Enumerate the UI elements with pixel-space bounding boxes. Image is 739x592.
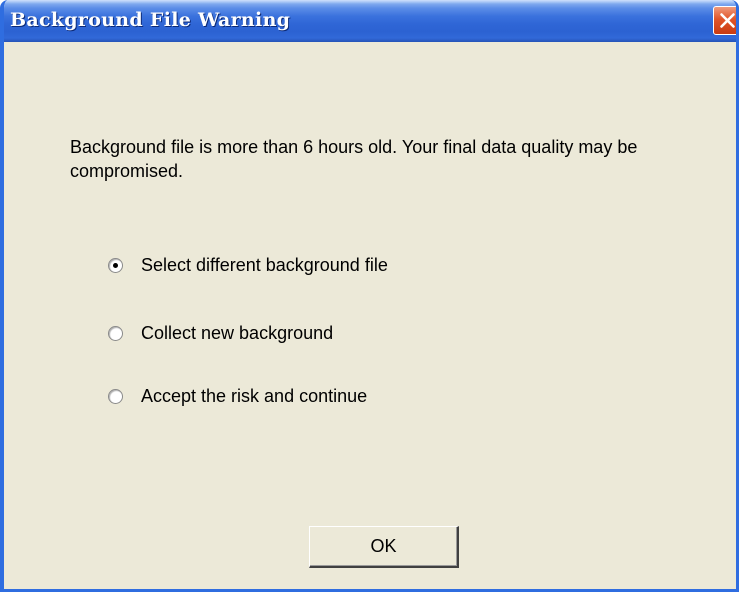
close-button[interactable] <box>713 6 736 35</box>
option-label[interactable]: Accept the risk and continue <box>141 386 367 407</box>
radio-select-different-file[interactable] <box>108 257 123 273</box>
close-icon <box>720 13 735 28</box>
option-select-different-file[interactable]: Select different background file <box>108 253 388 277</box>
radio-accept-risk[interactable] <box>108 388 123 404</box>
radio-collect-new-background[interactable] <box>108 325 123 341</box>
option-label[interactable]: Collect new background <box>141 323 333 344</box>
dialog-window: Background File Warning Background file … <box>0 0 739 592</box>
option-label[interactable]: Select different background file <box>141 255 388 276</box>
title-bar[interactable]: Background File Warning <box>4 0 736 42</box>
ok-button[interactable]: OK <box>309 526 459 568</box>
option-collect-new-background[interactable]: Collect new background <box>108 321 333 345</box>
warning-message: Background file is more than 6 hours old… <box>70 137 638 181</box>
option-accept-risk[interactable]: Accept the risk and continue <box>108 384 367 408</box>
window-title: Background File Warning <box>10 9 291 31</box>
